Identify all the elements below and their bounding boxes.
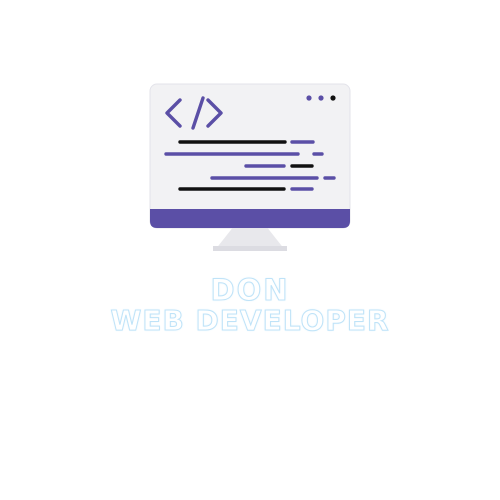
monitor-bezel-bar — [150, 209, 350, 228]
monitor-screen — [149, 83, 351, 229]
brand-tagline: WEB DEVELOPER — [110, 304, 390, 337]
window-dots-icon — [306, 95, 336, 101]
monitor-logo-graphic — [149, 83, 351, 251]
logo-canvas: DON WEB DEVELOPER — [0, 0, 500, 500]
brand-name: DON — [210, 273, 290, 307]
monitor-base — [213, 246, 287, 251]
